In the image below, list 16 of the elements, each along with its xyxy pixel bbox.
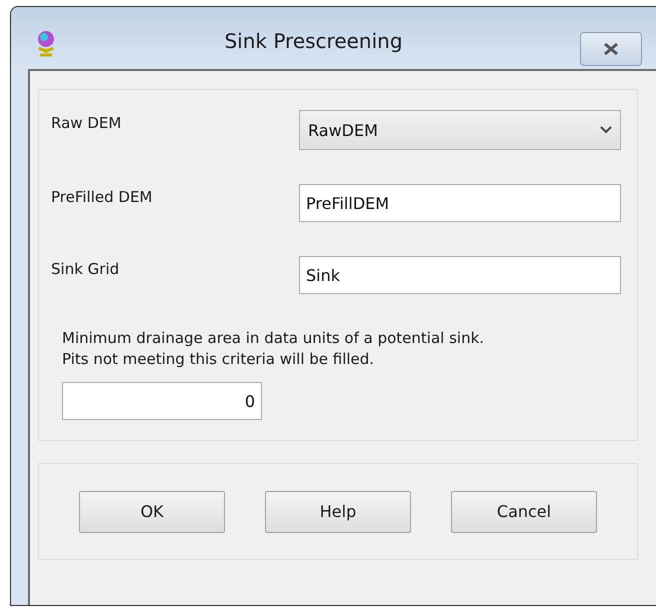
field-label: Sink Grid xyxy=(51,259,120,278)
input-field[interactable]: 0 xyxy=(62,382,262,420)
dialog-button[interactable]: OK xyxy=(79,490,225,532)
window-title: Sink Prescreening xyxy=(224,29,403,53)
close-button[interactable] xyxy=(580,32,642,66)
globe-icon xyxy=(35,29,57,57)
close-icon xyxy=(602,42,620,56)
dialog-button[interactable]: Help xyxy=(265,490,411,532)
dropdown[interactable]: RawDEM xyxy=(299,110,621,150)
field-label: Raw DEM xyxy=(51,113,122,132)
description-text: Minimum drainage area in data units of a potential sink. Pits not meeting this criteria will be filled. xyxy=(62,328,486,370)
chevron-icon xyxy=(600,126,612,134)
input-field[interactable]: PreFillDEM xyxy=(299,184,621,222)
input-field[interactable]: Sink xyxy=(299,256,621,294)
dialog-button[interactable]: Cancel xyxy=(451,490,597,532)
field-label: PreFilled DEM xyxy=(51,187,154,206)
